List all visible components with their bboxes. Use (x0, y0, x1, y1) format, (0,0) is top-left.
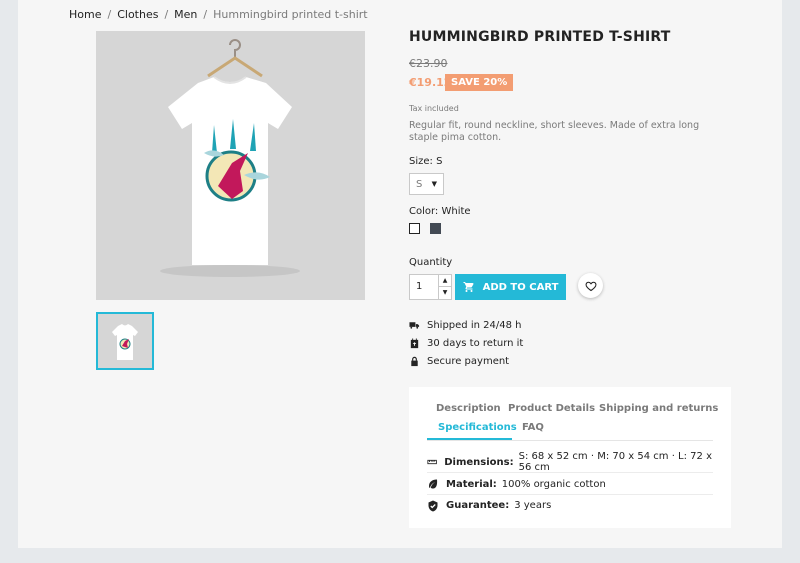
truck-icon (409, 321, 420, 329)
breadcrumb-clothes[interactable]: Clothes (117, 8, 158, 21)
cart-icon (463, 282, 474, 292)
size-label: Size: S (409, 156, 443, 167)
spec-row-dimensions: Dimensions: S: 68 x 52 cm · M: 70 x 54 c… (427, 451, 713, 473)
reassurance-item-secure: Secure payment (409, 352, 523, 370)
reassurance-item-shipping: Shipped in 24/48 h (409, 316, 523, 334)
quantity-input[interactable]: 1 (416, 281, 422, 292)
product-main-image[interactable] (96, 31, 365, 300)
breadcrumb: Home / Clothes / Men / Hummingbird print… (69, 8, 368, 21)
tabs-divider (427, 440, 713, 441)
tab-product-details[interactable]: Product Details (508, 403, 595, 414)
ruler-icon (427, 459, 437, 465)
spec-row-material: Material: 100% organic cotton (427, 474, 713, 495)
add-to-cart-button[interactable]: ADD TO CART (455, 274, 566, 300)
quantity-down-icon[interactable]: ▼ (438, 287, 451, 299)
tab-description[interactable]: Description (436, 403, 501, 414)
lock-icon (411, 356, 418, 366)
quantity-up-icon[interactable]: ▲ (438, 275, 451, 287)
regular-price: €23.90 (409, 57, 448, 70)
product-description: Regular fit, round neckline, short sleev… (409, 120, 700, 143)
product-tabs: Description Product Details Shipping and… (409, 387, 731, 528)
wishlist-button[interactable] (578, 273, 603, 298)
tab-faq[interactable]: FAQ (522, 422, 544, 433)
add-to-cart-label: ADD TO CART (482, 281, 559, 293)
active-tab-indicator (427, 438, 512, 440)
quantity-stepper[interactable]: 1 ▲ ▼ (409, 274, 452, 300)
heart-icon (584, 281, 597, 291)
tab-specifications[interactable]: Specifications (438, 422, 517, 433)
breadcrumb-home[interactable]: Home (69, 8, 101, 21)
discount-badge: SAVE 20% (445, 74, 514, 91)
quantity-label: Quantity (409, 257, 453, 268)
tab-shipping-returns[interactable]: Shipping and returns (599, 403, 718, 414)
color-swatch-white[interactable] (409, 223, 420, 234)
breadcrumb-current: Hummingbird printed t-shirt (213, 8, 368, 21)
size-select[interactable]: S ▼ (409, 173, 444, 195)
product-title: HUMMINGBIRD PRINTED T-SHIRT (409, 29, 671, 45)
spec-row-guarantee: Guarantee: 3 years (427, 495, 713, 516)
color-swatch-grey[interactable] (430, 223, 441, 234)
leaf-icon (429, 479, 438, 489)
color-label: Color: White (409, 206, 471, 217)
tax-label: Tax included (409, 104, 459, 113)
reassurance-list: Shipped in 24/48 h 30 days to return it … (409, 316, 523, 370)
page: Home / Clothes / Men / Hummingbird print… (18, 0, 782, 548)
shield-check-icon (428, 500, 438, 511)
calendar-return-icon (410, 337, 419, 348)
product-thumbnail[interactable] (96, 312, 154, 370)
chevron-down-icon: ▼ (431, 180, 437, 188)
breadcrumb-men[interactable]: Men (174, 8, 197, 21)
size-select-value: S (416, 178, 423, 190)
reassurance-item-returns: 30 days to return it (409, 334, 523, 352)
